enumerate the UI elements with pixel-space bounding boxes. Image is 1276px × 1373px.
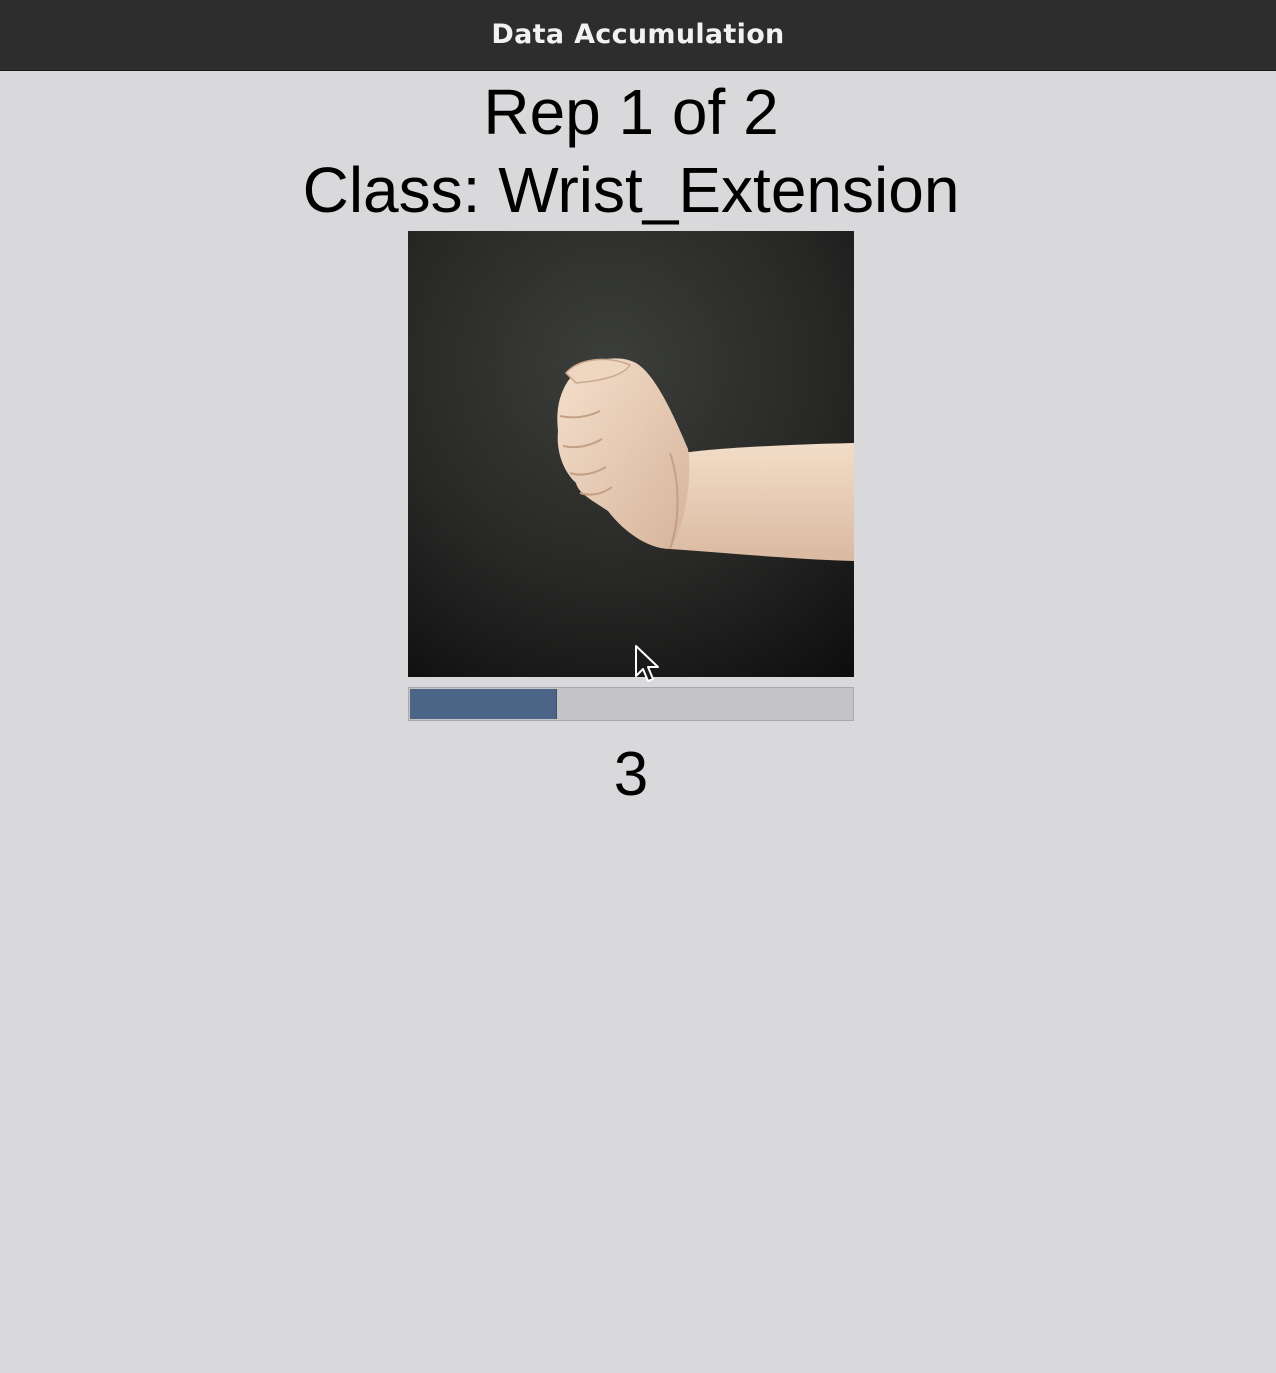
gesture-class-label: Class: Wrist_Extension <box>302 154 960 226</box>
hand-gesture-illustration <box>408 231 854 677</box>
mouse-pointer-icon <box>635 645 659 682</box>
window-title: Data Accumulation <box>491 18 785 50</box>
gesture-reference-image <box>408 231 854 677</box>
window-titlebar[interactable]: Data Accumulation <box>0 0 1276 71</box>
rep-counter-label: Rep 1 of 2 <box>483 76 779 148</box>
recording-progress-bar <box>408 687 854 721</box>
progress-bar-fill <box>410 689 557 719</box>
countdown-timer: 3 <box>613 740 649 809</box>
